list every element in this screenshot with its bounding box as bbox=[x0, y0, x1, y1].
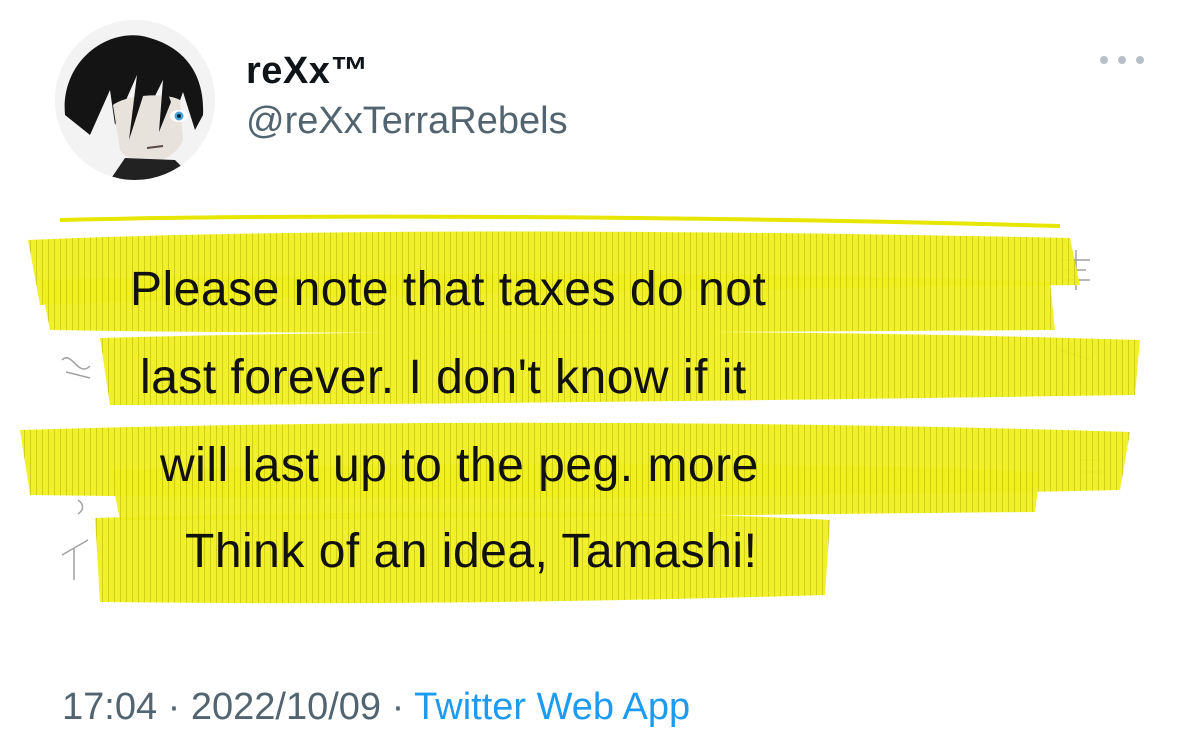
more-dot bbox=[1118, 56, 1126, 64]
avatar-image bbox=[55, 20, 215, 180]
avatar[interactable] bbox=[55, 20, 215, 180]
more-dot bbox=[1136, 56, 1144, 64]
tweet-source-link[interactable]: Twitter Web App bbox=[414, 686, 690, 728]
tweet-text-line: last forever. I don't know if it bbox=[140, 351, 747, 404]
display-name[interactable]: reXx™ bbox=[246, 50, 369, 93]
more-dot bbox=[1100, 56, 1108, 64]
meta-separator: · bbox=[391, 686, 405, 728]
tweet-text-line: Think of an idea, Tamashi! bbox=[185, 525, 758, 578]
tweet-card: reXx™ @reXxTerraRebels Please note that … bbox=[0, 0, 1200, 751]
meta-separator: · bbox=[167, 686, 181, 728]
tweet-date[interactable]: 2022/10/09 bbox=[191, 686, 381, 728]
tweet-text-line: Please note that taxes do not bbox=[130, 263, 767, 316]
tweet-body: Please note that taxes do not last forev… bbox=[0, 210, 1200, 630]
tweet-meta: 17:04 · 2022/10/09 · Twitter Web App bbox=[62, 686, 690, 729]
more-horizontal-icon[interactable] bbox=[1100, 50, 1144, 70]
tweet-text-line: will last up to the peg. more bbox=[160, 439, 759, 492]
user-handle[interactable]: @reXxTerraRebels bbox=[246, 100, 568, 143]
tweet-time[interactable]: 17:04 bbox=[62, 686, 157, 728]
